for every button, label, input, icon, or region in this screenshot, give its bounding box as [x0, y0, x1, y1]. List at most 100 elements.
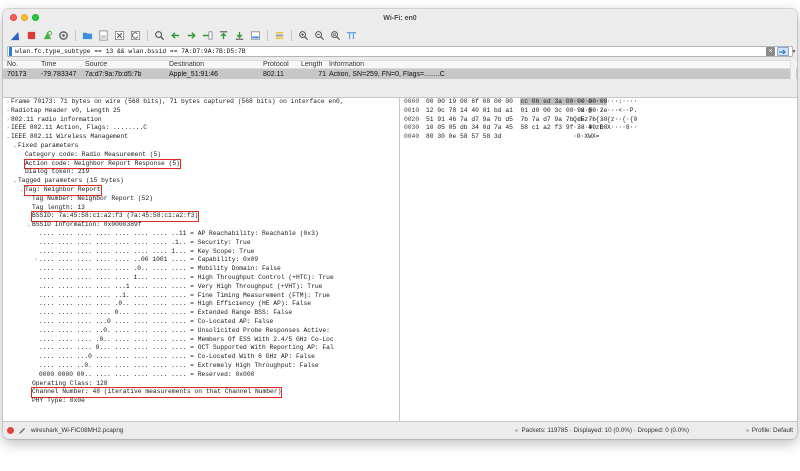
detail-tree-item[interactable]: .... .... .... ..0. .... .... .... .... …	[3, 327, 399, 336]
detail-tree-item[interactable]: Dialog token: 219	[3, 168, 399, 177]
detail-tree-item[interactable]: .... .... .... .... .... .... .... ..11 …	[3, 230, 399, 239]
zoom-out-button[interactable]	[312, 29, 327, 43]
detail-tree-item[interactable]: .... .... .... .... ...1 .... .... .... …	[3, 283, 399, 292]
open-file-button[interactable]	[80, 29, 95, 43]
hex-row[interactable]: 0030 10 05 05 db 34 0d 7a 45 58 c1 a2 f3 …	[401, 124, 797, 133]
clear-filter-button[interactable]: ×	[766, 47, 775, 56]
display-filter-bar[interactable]: wlan.fc.type_subtype == 13 && wlan.bssid…	[7, 46, 796, 57]
detail-tree-label: Tag Number: Neighbor Report (52)	[32, 194, 153, 202]
detail-tree-item[interactable]: .... .... ...0 .... .... .... .... .... …	[3, 353, 399, 362]
detail-tree-item[interactable]: BSSID: 7a:45:58:c1:a2:f3 (7a:45:58:c1:a2…	[3, 211, 399, 223]
profile-label: Profile: Default	[751, 427, 793, 434]
resize-columns-icon	[346, 32, 357, 40]
resize-columns-button[interactable]	[344, 29, 359, 43]
detail-tree-item[interactable]: ⌄Fixed parameters	[3, 142, 399, 151]
column-header-no[interactable]: No.	[3, 61, 41, 68]
autoscroll-icon	[251, 31, 260, 40]
hex-row[interactable]: 0040 80 30 0e 58 57 58 3d ·0·XWX=	[401, 133, 797, 142]
detail-tree-item[interactable]: .... .... .... .... 0... .... .... .... …	[3, 309, 399, 318]
detail-tree-item[interactable]: ⌄Tag: Neighbor Report	[3, 184, 399, 196]
packet-row[interactable]: 70173 -79.783347 7a:d7:9a:7b:d5:7b Apple…	[3, 69, 797, 79]
detail-tree-item[interactable]: ›802.11 radio information	[3, 116, 399, 125]
detail-tree-item[interactable]: .... .... .... .... .... .... .... .1.. …	[3, 239, 399, 248]
detail-tree-item[interactable]: ⌄Tagged parameters (15 bytes)	[3, 177, 399, 186]
packet-length: 71	[318, 70, 326, 78]
detail-tree-item[interactable]: Action code: Neighbor Report Response (5…	[3, 158, 399, 170]
zoom-window-button[interactable]	[32, 14, 39, 21]
capture-comment-button[interactable]	[18, 427, 26, 435]
first-packet-button[interactable]	[216, 29, 231, 43]
detail-tree-item[interactable]: ⌄BSSID Information: 0x0000389f	[3, 221, 399, 230]
detail-tree-label: .... .... .... ..0. .... .... .... .... …	[39, 326, 330, 334]
column-header-time[interactable]: Time	[41, 61, 85, 68]
go-forward-button[interactable]	[184, 29, 199, 43]
detail-tree-item[interactable]: Tag Number: Neighbor Report (52)	[3, 195, 399, 204]
start-capture-button[interactable]	[8, 29, 23, 43]
detail-tree-item[interactable]: .... .... .... .... ..1. .... .... .... …	[3, 292, 399, 301]
detail-tree-item[interactable]: PHY Type: 0x0e	[3, 397, 399, 406]
hex-row[interactable]: 0000 00 00 19 00 6f 08 00 00 cc 06 ed 3a …	[401, 98, 797, 107]
hex-row[interactable]: 0010 12 0c 78 14 40 01 bd a1 01 d0 00 3c …	[401, 107, 797, 116]
column-header-destination[interactable]: Destination	[169, 61, 263, 68]
column-header-source[interactable]: Source	[85, 61, 169, 68]
detail-tree-item[interactable]: .... .... .... .... .... .0.. .... .... …	[3, 265, 399, 274]
detail-tree-item[interactable]: ⌄IEEE 802.11 Wireless Management	[3, 133, 399, 142]
column-header-info[interactable]: Information	[329, 61, 797, 68]
hex-row[interactable]: 0020 51 91 46 7a d7 9a 7b d5 7b 7a d7 9a …	[401, 116, 797, 125]
normal-size-button[interactable]	[328, 29, 343, 43]
reload-file-button[interactable]	[128, 29, 143, 43]
detail-tree-item[interactable]: .... .... ..0. .... .... .... .... .... …	[3, 362, 399, 371]
restart-capture-button[interactable]	[40, 29, 55, 43]
detail-tree-item[interactable]: .... .... .... ...0 .... .... .... .... …	[3, 318, 399, 327]
expert-info-indicator[interactable]	[7, 427, 14, 434]
capture-options-button[interactable]	[56, 29, 71, 43]
detail-tree-item[interactable]: .... .... .... 0... .... .... .... .... …	[3, 344, 399, 353]
hex-ascii: ··x·@··· ···<··P.	[573, 106, 638, 114]
apply-filter-button[interactable]	[777, 47, 789, 56]
detail-tree-item[interactable]: .... .... .... .... .... 1... .... .... …	[3, 274, 399, 283]
detail-tree-label: .... .... .... .... .0.. .... .... .... …	[39, 300, 312, 308]
zoom-in-button[interactable]	[296, 29, 311, 43]
last-packet-button[interactable]	[232, 29, 247, 43]
open-folder-icon	[82, 32, 93, 40]
detail-tree-item[interactable]: .... .... .... .0.. .... .... .... .... …	[3, 336, 399, 345]
autoscroll-button[interactable]	[248, 29, 263, 43]
detail-tree-label: .... .... ...0 .... .... .... .... .... …	[39, 353, 315, 361]
packet-list-scrollbar[interactable]	[790, 60, 796, 79]
detail-tree-label: .... .... .... .... .... .... .... ..11 …	[39, 229, 319, 237]
go-to-packet-button[interactable]	[200, 29, 215, 43]
column-header-protocol[interactable]: Protocol	[263, 61, 301, 68]
hex-bytes: 12 0c 78 14 40 01 bd a1 01 d0 00 3c 00 9…	[423, 107, 607, 116]
minimize-window-button[interactable]	[21, 14, 28, 21]
arrow-right-icon	[779, 49, 786, 54]
colorize-button[interactable]	[272, 29, 287, 43]
toolbar-separator	[267, 30, 268, 41]
detail-tree-item[interactable]: Channel Number: 48 (iterative measuremen…	[3, 387, 399, 399]
detail-tree-item[interactable]: ›Radiotap Header v0, Length 25	[3, 107, 399, 116]
detail-tree-item[interactable]: ›.... .... .... .... .... ..00 1001 ....…	[3, 256, 399, 265]
display-filter-input[interactable]: wlan.fc.type_subtype == 13 && wlan.bssid…	[12, 48, 246, 55]
profile-switcher[interactable]: Profile: Default	[745, 427, 793, 434]
column-header-length[interactable]: Length	[301, 61, 329, 68]
lower-panes: ›Frame 70173: 71 bytes on wire (568 bits…	[3, 97, 797, 422]
detail-tree-item[interactable]: .... .... .... .... .0.. .... .... .... …	[3, 300, 399, 309]
stop-capture-button[interactable]	[24, 29, 39, 43]
close-file-button[interactable]	[112, 29, 127, 43]
detail-tree-item[interactable]: Category code: Radio Measurement (5)	[3, 151, 399, 160]
stop-icon	[27, 31, 36, 40]
detail-tree-item[interactable]: 0000 0000 00.. .... .... .... .... .... …	[3, 371, 399, 380]
detail-tree-item[interactable]: ›Frame 70173: 71 bytes on wire (568 bits…	[3, 98, 399, 107]
find-packet-button[interactable]	[152, 29, 167, 43]
detail-tree-item[interactable]: .... .... .... .... .... .... .... 1... …	[3, 248, 399, 257]
go-back-button[interactable]	[168, 29, 183, 43]
detail-tree-item[interactable]: Tag length: 13	[3, 204, 399, 213]
first-packet-icon	[219, 31, 228, 40]
detail-tree-label: Frame 70173: 71 bytes on wire (568 bits)…	[11, 98, 344, 105]
close-window-button[interactable]	[10, 14, 17, 21]
title-bar: Wi-Fi: en0	[3, 9, 797, 27]
filter-history-dropdown[interactable]: ▼	[791, 47, 797, 56]
wireshark-window: Wi-Fi: en0 wlan.fc.type_subtype == 13 &&…	[3, 9, 797, 439]
detail-tree-item[interactable]: Operating Class: 128	[3, 380, 399, 389]
detail-tree-item[interactable]: ›IEEE 802.11 Action, Flags: ........C	[3, 124, 399, 133]
save-file-button[interactable]	[96, 29, 111, 43]
